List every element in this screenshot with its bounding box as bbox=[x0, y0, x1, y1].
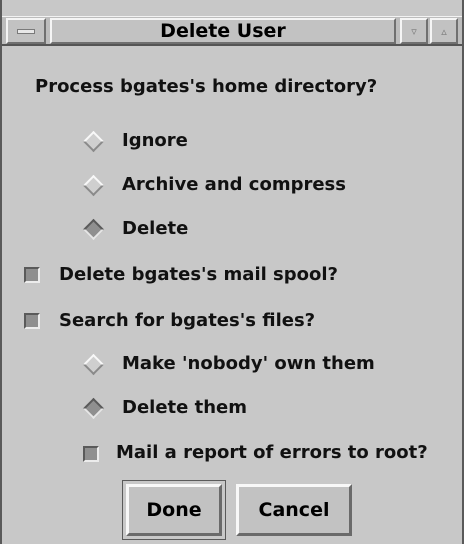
window-menu-icon bbox=[17, 28, 35, 34]
maximize-icon: ▵ bbox=[441, 24, 447, 38]
title-bar[interactable]: Delete User ▿ ▵ bbox=[2, 16, 462, 46]
checkbox-checked-icon bbox=[83, 446, 99, 462]
minimize-icon: ▿ bbox=[411, 24, 417, 38]
radio-off-icon bbox=[82, 353, 105, 376]
radio-ignore-label: Ignore bbox=[122, 130, 188, 151]
radio-delete-them-label: Delete them bbox=[122, 397, 247, 418]
home-dir-question: Process bgates's home directory? bbox=[35, 76, 378, 97]
done-button[interactable]: Done bbox=[126, 484, 222, 536]
radio-off-icon bbox=[82, 130, 105, 153]
radio-off-icon bbox=[82, 174, 105, 197]
mail-spool-label: Delete bgates's mail spool? bbox=[59, 264, 338, 285]
radio-delete-label: Delete bbox=[122, 218, 189, 239]
mail-report-label: Mail a report of errors to root? bbox=[116, 442, 428, 463]
delete-user-dialog: Delete User ▿ ▵ Process bgates's home di… bbox=[0, 0, 464, 544]
search-files-label: Search for bgates's files? bbox=[59, 310, 316, 331]
maximize-button[interactable]: ▵ bbox=[430, 18, 458, 44]
radio-make-nobody-label: Make 'nobody' own them bbox=[122, 353, 375, 374]
radio-on-icon bbox=[82, 218, 105, 241]
cancel-button[interactable]: Cancel bbox=[236, 484, 352, 536]
checkbox-checked-icon bbox=[24, 267, 40, 283]
window-menu-button[interactable] bbox=[6, 18, 46, 44]
checkbox-checked-icon bbox=[24, 313, 40, 329]
minimize-button[interactable]: ▿ bbox=[400, 18, 428, 44]
radio-on-icon bbox=[82, 397, 105, 420]
radio-archive-label: Archive and compress bbox=[122, 174, 346, 195]
window-title: Delete User bbox=[50, 18, 396, 44]
